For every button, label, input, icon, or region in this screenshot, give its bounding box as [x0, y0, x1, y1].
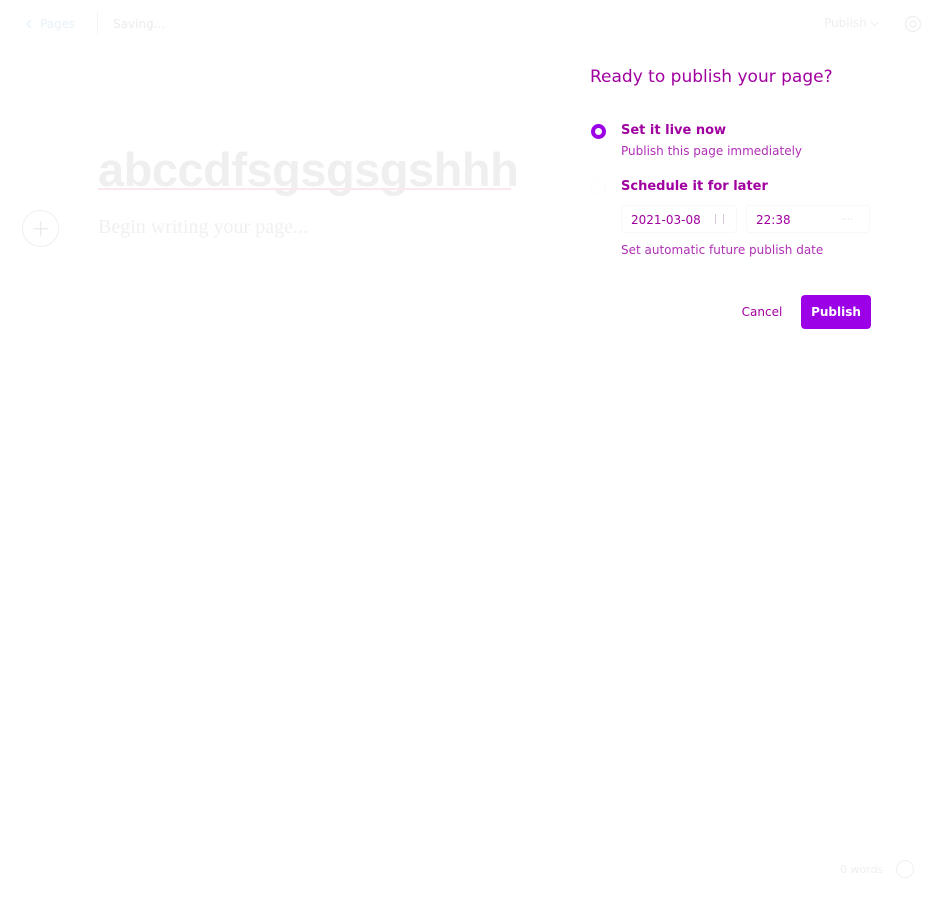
editor-page: Pages Saving... Publish abccdfsgsgsgshhh…: [0, 0, 937, 902]
publish-now-title[interactable]: Set it live now: [621, 123, 726, 138]
schedule-date-input[interactable]: 2021-03-08: [621, 205, 737, 233]
calendar-icon: [715, 214, 724, 224]
page-body-editor[interactable]: Begin writing your page...: [98, 216, 308, 239]
cancel-button[interactable]: Cancel: [730, 295, 794, 329]
question-icon[interactable]: [896, 860, 914, 878]
schedule-title[interactable]: Schedule it for later: [621, 179, 768, 194]
save-status: Saving...: [113, 17, 166, 31]
top-bar: Pages Saving... Publish: [0, 0, 937, 48]
chevron-left-icon: [25, 19, 32, 29]
timezone-marker: ····: [841, 215, 853, 225]
publish-now-radio[interactable]: [591, 124, 606, 139]
schedule-date-value: 2021-03-08: [631, 213, 701, 227]
schedule-description: Set automatic future publish date: [621, 243, 824, 257]
schedule-time-value: 22:38: [756, 213, 791, 227]
schedule-radio[interactable]: [591, 180, 606, 195]
schedule-time-input[interactable]: 22:38 ····: [746, 205, 870, 233]
publish-popover: Ready to publish your page? Set it live …: [590, 60, 880, 340]
back-link-label: Pages: [40, 17, 76, 31]
publish-button[interactable]: Publish: [801, 295, 871, 329]
publish-heading: Ready to publish your page?: [590, 67, 833, 87]
spellcheck-underline: [98, 188, 511, 190]
publish-now-description: Publish this page immediately: [621, 144, 803, 158]
add-card-button[interactable]: [22, 210, 59, 247]
word-count: 0 words: [840, 863, 884, 876]
back-to-pages-link[interactable]: Pages: [24, 15, 75, 33]
publish-trigger-label: Publish: [824, 16, 867, 30]
chevron-down-icon: [870, 21, 879, 26]
publish-menu-trigger[interactable]: Publish: [824, 16, 879, 30]
gear-icon[interactable]: [904, 15, 922, 33]
divider: [97, 12, 98, 34]
